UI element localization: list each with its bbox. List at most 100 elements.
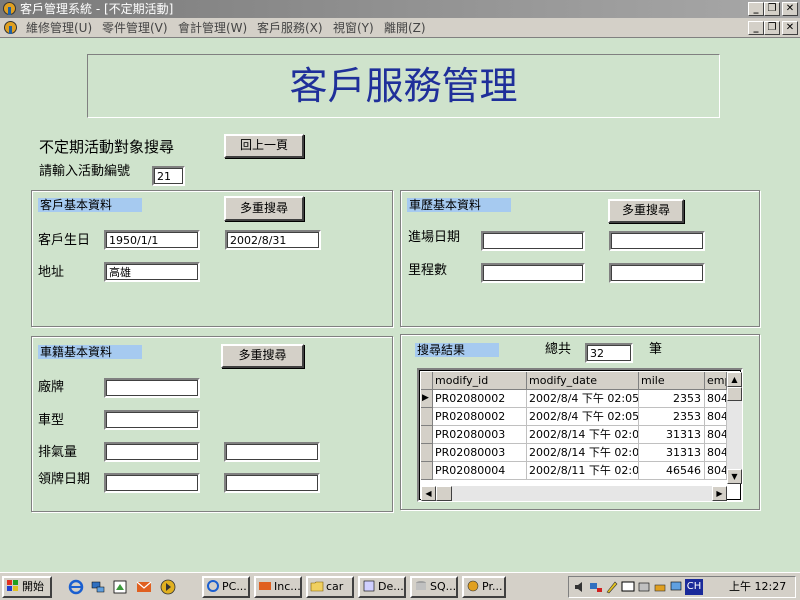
taskbar-item-pc[interactable]: PC... bbox=[202, 576, 250, 598]
plate-date-to-input[interactable] bbox=[224, 473, 320, 493]
taskbar-item-label: Pr... bbox=[482, 580, 503, 593]
start-button[interactable]: 開始 bbox=[2, 576, 52, 598]
history-multi-search-button[interactable]: 多重搜尋 bbox=[608, 199, 684, 223]
horizontal-scrollbar[interactable] bbox=[421, 486, 727, 501]
entry-date-from-input[interactable] bbox=[481, 231, 585, 251]
taskbar-item-de[interactable]: De... bbox=[358, 576, 406, 598]
column-header-emp[interactable]: emp bbox=[705, 372, 727, 390]
row-selector[interactable] bbox=[421, 462, 433, 480]
grid-cell[interactable]: PR02080004 bbox=[433, 462, 527, 480]
media-icon[interactable] bbox=[160, 579, 176, 595]
grid-cell[interactable]: 31313 bbox=[639, 426, 705, 444]
child-minimize-button[interactable]: _ bbox=[748, 21, 764, 35]
grid-cell[interactable]: 2002/8/4 下午 02:05: bbox=[527, 408, 639, 426]
device-icon[interactable] bbox=[637, 580, 651, 594]
displacement-to-input[interactable] bbox=[224, 442, 320, 462]
child-restore-button[interactable]: ❐ bbox=[764, 21, 780, 35]
grid-cell[interactable]: 2353 bbox=[639, 408, 705, 426]
ie-page-icon bbox=[207, 580, 219, 592]
grid-cell[interactable]: PR02080002 bbox=[433, 390, 527, 408]
scroll-down-arrow-icon[interactable]: ▼ bbox=[727, 469, 742, 484]
scroll-left-arrow-icon[interactable]: ◀ bbox=[421, 486, 436, 501]
vehicle-multi-search-button[interactable]: 多重搜尋 bbox=[221, 344, 304, 368]
birthday-from-input[interactable]: 1950/1/1 bbox=[104, 230, 200, 250]
outlook-icon[interactable] bbox=[136, 579, 152, 595]
menu-accounting[interactable]: 會計管理(W) bbox=[178, 20, 247, 36]
pen-icon[interactable] bbox=[605, 580, 619, 594]
menu-parts[interactable]: 零件管理(V) bbox=[102, 20, 168, 36]
grid-cell[interactable]: PR02080002 bbox=[433, 408, 527, 426]
grid-cell[interactable]: PR02080003 bbox=[433, 426, 527, 444]
grid-cell[interactable]: 8046 bbox=[705, 390, 727, 408]
scroll-thumb-horizontal[interactable] bbox=[436, 486, 452, 501]
plate-date-from-input[interactable] bbox=[104, 473, 200, 493]
grid-cell[interactable]: 2002/8/4 下午 02:05: bbox=[527, 390, 639, 408]
results-grid[interactable]: modify_id modify_date mile emp ▶ PR02080… bbox=[417, 368, 743, 502]
grid-cell[interactable]: 46546 bbox=[639, 462, 705, 480]
row-selector[interactable] bbox=[421, 426, 433, 444]
mileage-label: 里程數 bbox=[408, 263, 448, 278]
customer-multi-search-button[interactable]: 多重搜尋 bbox=[224, 196, 304, 221]
network-icon[interactable] bbox=[90, 579, 106, 595]
mileage-to-input[interactable] bbox=[609, 263, 705, 283]
clock[interactable]: 上午 12:27 bbox=[729, 580, 786, 594]
column-header-modify-date[interactable]: modify_date bbox=[527, 372, 639, 390]
close-button[interactable]: ✕ bbox=[782, 2, 798, 16]
folder-icon bbox=[310, 581, 324, 592]
brand-input[interactable] bbox=[104, 378, 200, 398]
app-icon[interactable] bbox=[2, 1, 17, 16]
scroll-thumb-vertical[interactable] bbox=[727, 387, 742, 401]
customer-group-title: 客戶基本資料 bbox=[38, 198, 142, 212]
entry-date-to-input[interactable] bbox=[609, 231, 705, 251]
search-heading: 不定期活動對象搜尋 bbox=[39, 138, 175, 156]
column-header-mile[interactable]: mile bbox=[639, 372, 705, 390]
child-close-button[interactable]: ✕ bbox=[782, 21, 798, 35]
sql-icon bbox=[416, 581, 426, 590]
activity-number-input[interactable]: 21 bbox=[152, 166, 185, 186]
address-input[interactable]: 高雄 bbox=[104, 262, 200, 282]
row-selector[interactable] bbox=[421, 444, 433, 462]
speaker-icon[interactable] bbox=[573, 580, 587, 594]
grid-cell[interactable]: 8046 bbox=[705, 408, 727, 426]
back-button[interactable]: 回上一頁 bbox=[224, 134, 304, 158]
scroll-right-arrow-icon[interactable]: ▶ bbox=[712, 486, 727, 501]
taskbar-item-car[interactable]: car bbox=[306, 576, 354, 598]
monitor-icon[interactable] bbox=[669, 580, 683, 594]
scroll-up-arrow-icon[interactable]: ▲ bbox=[727, 372, 742, 387]
grid-cell[interactable]: 8046 bbox=[705, 444, 727, 462]
model-input[interactable] bbox=[104, 410, 200, 430]
form-content: 客戶服務管理 不定期活動對象搜尋 回上一頁 請輸入活動編號 21 客戶基本資料 … bbox=[0, 38, 800, 572]
column-header-modify-id[interactable]: modify_id bbox=[433, 372, 527, 390]
grid-cell[interactable]: 8046 bbox=[705, 462, 727, 480]
grid-cell[interactable]: 2002/8/14 下午 02:05 bbox=[527, 444, 639, 462]
desktop-icon[interactable] bbox=[112, 579, 128, 595]
ime-indicator[interactable]: CH bbox=[685, 579, 703, 595]
grid-corner bbox=[421, 372, 433, 390]
menu-exit[interactable]: 離開(Z) bbox=[384, 20, 426, 36]
row-selector-current[interactable]: ▶ bbox=[421, 390, 433, 408]
grid-cell[interactable]: 2002/8/14 下午 02:05 bbox=[527, 426, 639, 444]
vehicle-group-title: 車籍基本資料 bbox=[38, 345, 142, 359]
menu-repair[interactable]: 維修管理(U) bbox=[26, 20, 92, 36]
menu-customer-service[interactable]: 客戶服務(X) bbox=[257, 20, 323, 36]
birthday-to-input[interactable]: 2002/8/31 bbox=[225, 230, 321, 250]
row-selector[interactable] bbox=[421, 408, 433, 426]
mileage-from-input[interactable] bbox=[481, 263, 585, 283]
child-window-icon[interactable] bbox=[3, 20, 18, 35]
grid-cell[interactable]: PR02080003 bbox=[433, 444, 527, 462]
grid-cell[interactable]: 31313 bbox=[639, 444, 705, 462]
minimize-button[interactable]: _ bbox=[748, 2, 764, 16]
ie-icon[interactable] bbox=[68, 579, 84, 595]
display-icon[interactable] bbox=[621, 580, 635, 594]
grid-cell[interactable]: 8046 bbox=[705, 426, 727, 444]
grid-cell[interactable]: 2002/8/11 下午 02:05 bbox=[527, 462, 639, 480]
maximize-button[interactable]: ❐ bbox=[764, 2, 780, 16]
taskbar-item-sql[interactable]: SQ... bbox=[410, 576, 458, 598]
taskbar-item-pr[interactable]: Pr... bbox=[462, 576, 506, 598]
displacement-from-input[interactable] bbox=[104, 442, 200, 462]
menu-window[interactable]: 視窗(Y) bbox=[333, 20, 374, 36]
taskbar-item-inbox[interactable]: Inc... bbox=[254, 576, 302, 598]
network-status-icon[interactable] bbox=[589, 580, 603, 594]
grid-cell[interactable]: 2353 bbox=[639, 390, 705, 408]
printer-icon[interactable] bbox=[653, 580, 667, 594]
